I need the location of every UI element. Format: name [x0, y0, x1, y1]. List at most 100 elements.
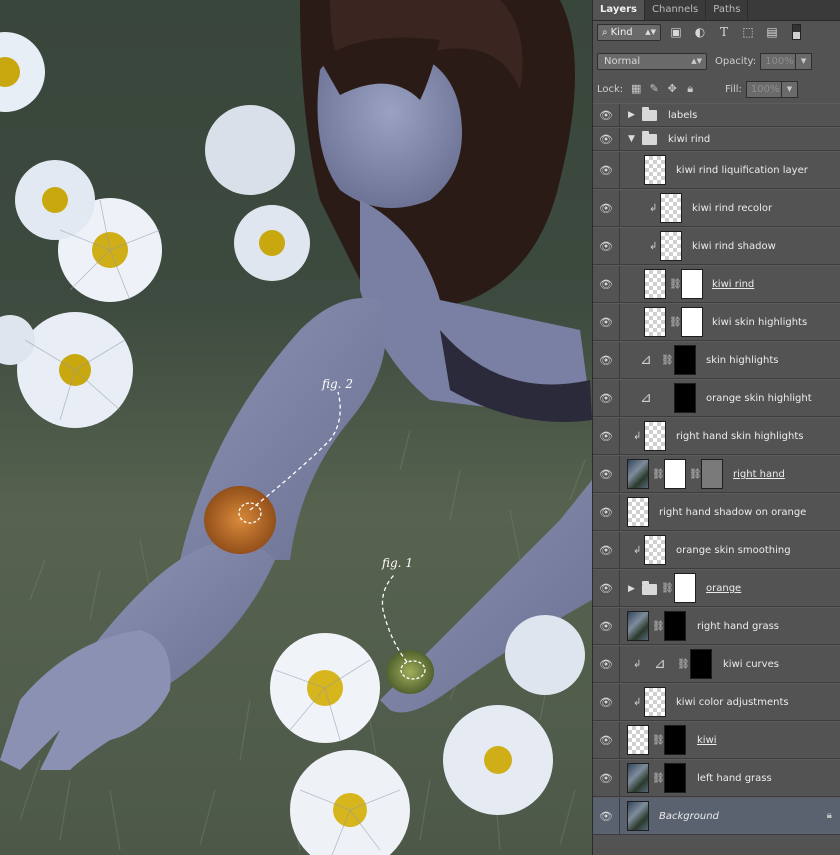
filter-toggle-icon[interactable]: [787, 24, 805, 40]
layer-row[interactable]: 👁︎ ↲ kiwi rind recolor: [593, 189, 840, 227]
collapse-arrow-icon[interactable]: ▼: [628, 134, 635, 144]
curves-adjustment-icon: ⊿: [635, 345, 657, 375]
link-icon: ⛓: [689, 469, 702, 480]
layer-mask-thumbnail[interactable]: [674, 345, 696, 375]
layer-name: kiwi curves: [723, 659, 779, 670]
layer-mask-thumbnail[interactable]: [690, 649, 712, 679]
layer-row[interactable]: 👁︎ ↲ kiwi rind shadow: [593, 227, 840, 265]
layer-row[interactable]: 👁︎ ⛓ kiwi: [593, 721, 840, 759]
layer-row[interactable]: 👁︎ ↲ kiwi color adjustments: [593, 683, 840, 721]
layer-mask-thumbnail[interactable]: [664, 459, 686, 489]
eye-icon[interactable]: 👁︎: [593, 570, 620, 606]
lock-image-pixels-icon[interactable]: ✎: [647, 82, 661, 96]
fill-label: Fill:: [725, 83, 742, 95]
layer-row[interactable]: 👁︎ ⛓ kiwi skin highlights: [593, 303, 840, 341]
expand-arrow-icon[interactable]: ▶: [628, 584, 635, 594]
layer-name: Background: [659, 811, 719, 822]
layer-name: kiwi rind shadow: [692, 241, 776, 252]
tab-paths[interactable]: Paths: [706, 0, 749, 20]
layer-row[interactable]: 👁︎ ⛓ ⛓ right hand: [593, 455, 840, 493]
layer-row[interactable]: 👁︎ ⊿ ⛓ skin highlights: [593, 341, 840, 379]
layer-row[interactable]: 👁︎ ⛓ kiwi rind: [593, 265, 840, 303]
layer-row[interactable]: 👁︎ ⛓ right hand grass: [593, 607, 840, 645]
layer-row[interactable]: 👁︎ ▼ kiwi rind: [593, 127, 840, 151]
layer-thumbnail: [627, 497, 649, 527]
type-filter-icon[interactable]: T: [715, 24, 733, 40]
layer-name: right hand shadow on orange: [659, 507, 807, 518]
photo-illustration: fig. 2 fig. 1: [0, 0, 592, 855]
clipping-mask-icon: ↲: [633, 697, 642, 708]
layer-row[interactable]: 👁︎ ▶ labels: [593, 103, 840, 127]
eye-icon[interactable]: 👁︎: [593, 190, 620, 226]
layer-row[interactable]: 👁︎ right hand shadow on orange: [593, 493, 840, 531]
eye-icon[interactable]: 👁︎: [593, 722, 620, 758]
layer-mask-thumbnail[interactable]: [681, 269, 703, 299]
eye-icon[interactable]: 👁︎: [593, 104, 620, 126]
eye-icon[interactable]: 👁︎: [593, 380, 620, 416]
tab-layers[interactable]: Layers: [593, 0, 645, 20]
eye-icon[interactable]: 👁︎: [593, 456, 620, 492]
clipping-mask-icon: ↲: [649, 241, 658, 252]
eye-icon[interactable]: 👁︎: [593, 798, 620, 834]
vector-mask-thumbnail[interactable]: [701, 459, 723, 489]
layer-row[interactable]: 👁︎ ↲ orange skin smoothing: [593, 531, 840, 569]
opacity-label: Opacity:: [715, 55, 757, 67]
layers-list: 👁︎ ▶ labels 👁︎ ▼ kiwi rind 👁︎ kiwi rind …: [593, 103, 840, 835]
layer-row[interactable]: 👁︎ ▶ ⛓ orange: [593, 569, 840, 607]
eye-icon[interactable]: 👁︎: [593, 266, 620, 302]
smart-object-filter-icon[interactable]: ▤: [763, 24, 781, 40]
layer-name: kiwi color adjustments: [676, 697, 789, 708]
blend-mode-select[interactable]: Normal ▲▼: [597, 52, 707, 70]
lock-all-icon[interactable]: 🔒︎: [683, 82, 697, 96]
blend-mode-value: Normal: [604, 55, 641, 67]
fill-dropdown-icon[interactable]: ▼: [781, 80, 798, 98]
layer-row[interactable]: 👁︎ ⊿ orange skin highlight: [593, 379, 840, 417]
eye-icon[interactable]: 👁︎: [593, 494, 620, 530]
layer-mask-thumbnail[interactable]: [664, 725, 686, 755]
eye-icon[interactable]: 👁︎: [593, 228, 620, 264]
fig1-label: fig. 1: [381, 556, 413, 570]
layer-row[interactable]: 👁︎ kiwi rind liquification layer: [593, 151, 840, 189]
layer-thumbnail: [644, 155, 666, 185]
document-canvas[interactable]: fig. 2 fig. 1: [0, 0, 592, 855]
lock-position-icon[interactable]: ✥: [665, 82, 679, 96]
opacity-dropdown-icon[interactable]: ▼: [796, 52, 813, 70]
link-icon: ⛓: [661, 583, 674, 594]
eye-icon[interactable]: 👁︎: [593, 128, 620, 150]
image-filter-icon[interactable]: ▣: [667, 24, 685, 40]
layer-mask-thumbnail[interactable]: [681, 307, 703, 337]
shape-filter-icon[interactable]: ⬚: [739, 24, 757, 40]
fig2-label: fig. 2: [321, 377, 353, 391]
eye-icon[interactable]: 👁︎: [593, 684, 620, 720]
layer-mask-thumbnail[interactable]: [674, 573, 696, 603]
eye-icon[interactable]: 👁︎: [593, 646, 620, 682]
curves-adjustment-icon: ⊿: [635, 383, 657, 413]
open-folder-icon: [642, 131, 657, 145]
eye-icon[interactable]: 👁︎: [593, 152, 620, 188]
eye-icon[interactable]: 👁︎: [593, 342, 620, 378]
fill-field[interactable]: 100%: [745, 80, 782, 98]
layer-thumbnail: [660, 231, 682, 261]
layer-name: kiwi rind: [712, 279, 755, 290]
layer-name: orange skin smoothing: [676, 545, 791, 556]
eye-icon[interactable]: 👁︎: [593, 304, 620, 340]
tab-channels[interactable]: Channels: [645, 0, 707, 20]
eye-icon[interactable]: 👁︎: [593, 418, 620, 454]
layer-row[interactable]: 👁︎ ↲ ⊿ ⛓ kiwi curves: [593, 645, 840, 683]
layer-mask-thumbnail[interactable]: [664, 611, 686, 641]
layer-row[interactable]: 👁︎ ⛓ left hand grass: [593, 759, 840, 797]
eye-icon[interactable]: 👁︎: [593, 532, 620, 568]
filter-kind-select[interactable]: ⌕ Kind ▲▼: [597, 23, 661, 41]
layer-row-selected[interactable]: 👁︎ Background 🔒︎: [593, 797, 840, 835]
expand-arrow-icon[interactable]: ▶: [628, 110, 635, 120]
eye-icon[interactable]: 👁︎: [593, 760, 620, 796]
opacity-field[interactable]: 100%: [760, 52, 797, 70]
layer-row[interactable]: 👁︎ ↲ right hand skin highlights: [593, 417, 840, 455]
eye-icon[interactable]: 👁︎: [593, 608, 620, 644]
adjustment-filter-icon[interactable]: ◐: [691, 24, 709, 40]
layer-mask-thumbnail[interactable]: [664, 763, 686, 793]
layer-name: right hand grass: [697, 621, 780, 632]
dropdown-arrow-icon: ▲▼: [691, 56, 702, 65]
layer-mask-thumbnail[interactable]: [674, 383, 696, 413]
lock-transparent-pixels-icon[interactable]: ▦: [629, 82, 643, 96]
